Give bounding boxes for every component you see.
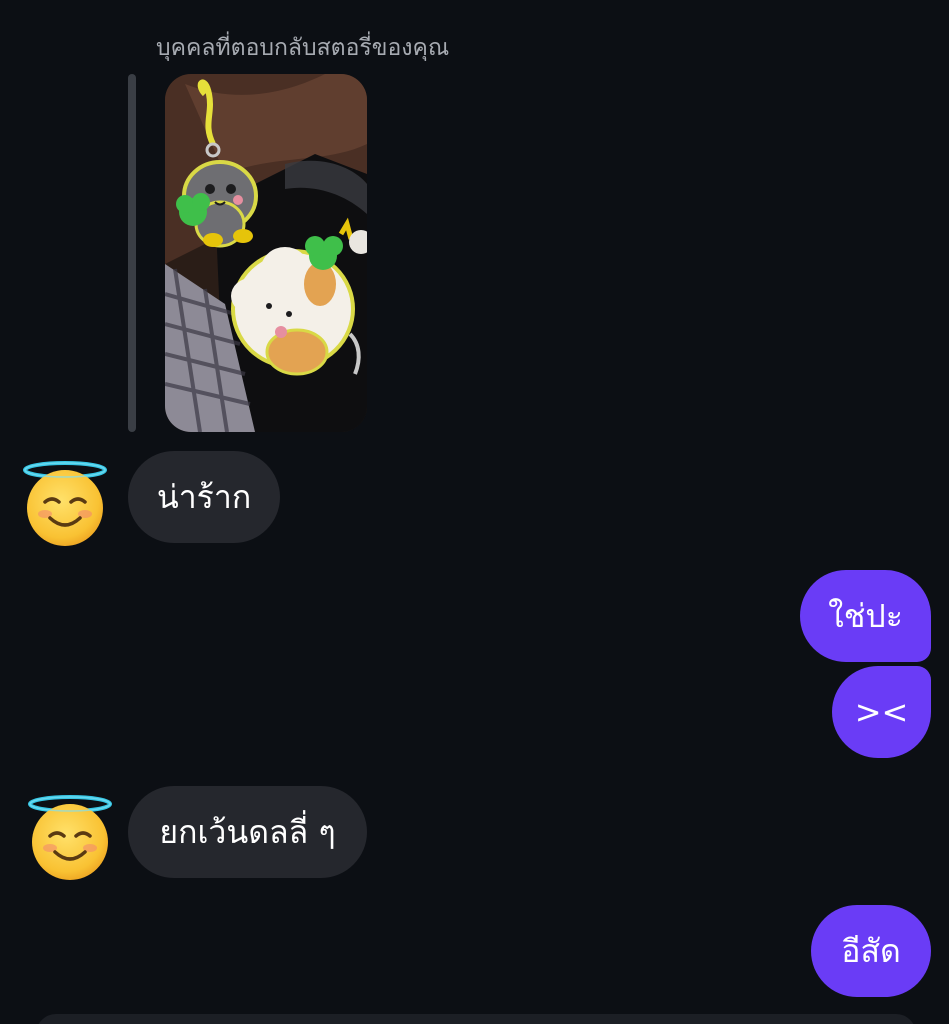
outgoing-message-bubble[interactable]: ใช่ปะ xyxy=(800,570,931,662)
story-thumbnail[interactable] xyxy=(165,74,367,432)
outgoing-message-bubble[interactable]: อีสัด xyxy=(811,905,931,997)
incoming-message-bubble[interactable]: ยกเว้นดลลี่ ๆ xyxy=(128,786,367,878)
smiling-face-with-halo-icon[interactable] xyxy=(24,792,114,882)
incoming-message-bubble[interactable]: น่าร้าก xyxy=(128,451,280,543)
outgoing-message-bubble[interactable]: >< xyxy=(832,666,931,758)
reply-quote-bar xyxy=(128,74,136,432)
smiling-face-with-halo-icon[interactable] xyxy=(20,458,110,548)
story-reply-caption: บุคคลที่ตอบกลับสตอรี่ของคุณ xyxy=(156,35,450,61)
chat-thread: บุคคลที่ตอบกลับสตอรี่ของคุณ น่าร้าก ใช่ป… xyxy=(0,0,949,1024)
keychain-photo xyxy=(165,74,367,432)
message-composer[interactable] xyxy=(36,1014,916,1024)
